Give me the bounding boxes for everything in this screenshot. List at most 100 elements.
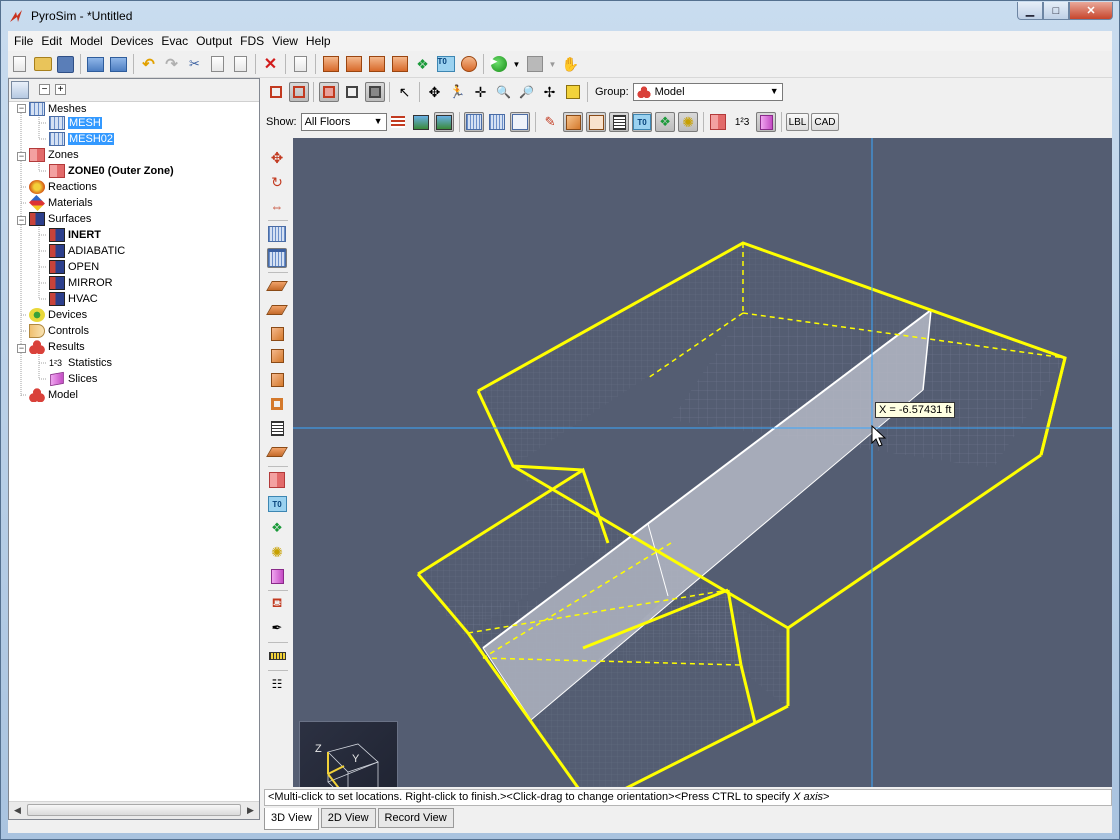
tree-item-results[interactable]: Results — [29, 339, 85, 355]
show-holes-icon[interactable] — [586, 112, 607, 132]
split-mesh-icon[interactable] — [267, 248, 287, 268]
show-initial-conditions-icon[interactable]: T0 — [632, 112, 653, 132]
collapse-all-button[interactable]: − — [39, 84, 50, 95]
open-folder-icon[interactable] — [33, 55, 52, 73]
tree-horizontal-scrollbar[interactable]: ◀ ▶ — [9, 801, 259, 819]
select-pointer-icon[interactable]: ↖ — [395, 82, 415, 102]
show-sprinklers-icon[interactable]: ✺ — [678, 112, 699, 132]
draw-wall-icon[interactable] — [267, 324, 287, 344]
undo-icon[interactable]: ↶ — [140, 55, 158, 73]
show-labels-button[interactable]: LBL — [785, 113, 810, 131]
new-initial-condition-icon[interactable]: T0 — [436, 55, 455, 73]
surfaces-expander[interactable]: − — [17, 216, 26, 225]
tree-item-adiabatic[interactable]: ADIABATIC — [49, 243, 125, 259]
draw-vent-icon[interactable] — [267, 418, 287, 438]
view-smooth-icon[interactable] — [318, 82, 339, 102]
draw-slab-hole-icon[interactable] — [266, 300, 288, 320]
zoom-icon[interactable]: 🔍 — [494, 82, 514, 102]
scroll-thumb[interactable] — [27, 804, 241, 816]
tree-item-inert[interactable]: INERT — [49, 227, 101, 243]
save-icon[interactable] — [57, 55, 75, 73]
roam-icon[interactable]: ✢ — [540, 82, 560, 102]
draw-wall-hole-icon[interactable] — [267, 346, 287, 366]
draw-hole-icon[interactable] — [266, 442, 288, 462]
tab-record-view[interactable]: Record View — [377, 808, 454, 828]
copy-icon[interactable] — [211, 56, 224, 72]
orbit-icon[interactable]: ✥ — [425, 82, 445, 102]
maximize-button[interactable]: □ — [1043, 2, 1069, 20]
properties-icon[interactable] — [294, 56, 307, 72]
new-particle-icon[interactable] — [460, 55, 478, 73]
new-vent-icon[interactable] — [368, 55, 386, 73]
floor-settings-icon[interactable] — [388, 112, 408, 132]
new-obstruction-icon[interactable] — [322, 55, 340, 73]
view-solid-icon[interactable] — [342, 82, 362, 102]
tree-item-zone0[interactable]: ZONE0 (Outer Zone) — [49, 163, 174, 179]
draw-block-icon[interactable] — [267, 370, 287, 390]
draw-room-icon[interactable] — [267, 394, 287, 414]
scroll-left-icon[interactable]: ◀ — [9, 802, 26, 818]
tab-2d-view[interactable]: 2D View — [320, 808, 376, 828]
tree-item-materials[interactable]: Materials — [29, 195, 93, 211]
show-statistics-icon[interactable]: 1²3 — [731, 112, 753, 132]
show-slices-icon[interactable] — [756, 112, 777, 132]
show-mesh-outline-icon[interactable] — [510, 112, 531, 132]
tree-item-reactions[interactable]: Reactions — [29, 179, 97, 195]
draw-sprinkler-icon[interactable]: ✺ — [267, 542, 287, 562]
menu-help[interactable]: Help — [302, 31, 335, 51]
tree-item-surfaces[interactable]: Surfaces — [29, 211, 91, 227]
menu-fds[interactable]: FDS — [236, 31, 268, 51]
tree-item-mesh02[interactable]: MESH02 — [49, 131, 115, 147]
draw-zone-icon[interactable] — [267, 470, 287, 490]
tree-item-slices[interactable]: Slices — [49, 371, 97, 387]
menu-file[interactable]: File — [10, 31, 37, 51]
tree-item-open[interactable]: OPEN — [49, 259, 99, 275]
show-obstructions-icon[interactable] — [563, 112, 584, 132]
new-file-icon[interactable] — [13, 56, 26, 72]
show-mesh-grid-icon[interactable] — [487, 112, 507, 132]
show-meshes-icon[interactable] — [464, 112, 485, 132]
menu-evac[interactable]: Evac — [157, 31, 192, 51]
zoom-box-icon[interactable]: 🔎 — [517, 82, 537, 102]
menu-devices[interactable]: Devices — [107, 31, 158, 51]
mirror-tool-icon[interactable]: ⇔ — [267, 196, 287, 216]
tree-item-statistics[interactable]: 1²3 Statistics — [49, 355, 112, 371]
run-simulation-icon[interactable]: ▶ — [490, 55, 508, 73]
show-vents-icon[interactable] — [609, 112, 630, 132]
group-select[interactable]: Model ▼ — [632, 83, 783, 101]
fire-icon[interactable]: ✋ — [562, 55, 580, 73]
smokeview-icon[interactable] — [526, 55, 544, 73]
tree-item-devices[interactable]: Devices — [29, 307, 87, 323]
reset-view-icon[interactable] — [563, 82, 583, 102]
3d-viewport[interactable]: X = -6.57431 ft Z Y X — [293, 138, 1112, 787]
show-devices-icon[interactable]: ❖ — [655, 112, 676, 132]
view-outline-icon[interactable] — [288, 82, 309, 102]
new-slab-icon[interactable] — [391, 55, 409, 73]
checklist-icon[interactable]: ☷ — [267, 674, 287, 694]
tree-item-model[interactable]: Model — [29, 387, 78, 403]
tree-item-mirror[interactable]: MIRROR — [49, 275, 113, 291]
close-button[interactable]: ✕ — [1069, 2, 1113, 20]
floor-select[interactable]: All Floors ▼ — [300, 113, 387, 131]
minimize-button[interactable]: ▁ — [1017, 2, 1043, 20]
results-expander[interactable]: − — [17, 344, 26, 353]
move-tool-icon[interactable]: ✥ — [267, 148, 287, 168]
smokeview-dropdown-icon[interactable]: ▼ — [549, 55, 557, 73]
tree-item-hvac[interactable]: HVAC — [49, 291, 98, 307]
tab-3d-view[interactable]: 3D View — [264, 808, 319, 830]
cut-icon[interactable]: ✂ — [186, 55, 204, 73]
new-device-icon[interactable]: ❖ — [414, 55, 432, 73]
measure-tool-icon[interactable] — [267, 646, 287, 666]
draw-device-icon[interactable]: ❖ — [267, 518, 287, 538]
show-zones-icon[interactable] — [708, 112, 728, 132]
eyedropper-icon[interactable]: ✒ — [267, 618, 287, 638]
redo-icon[interactable]: ↷ — [163, 55, 181, 73]
show-cad-button[interactable]: CAD — [811, 113, 839, 131]
delete-icon[interactable]: ✕ — [262, 55, 280, 73]
draw-mesh-icon[interactable] — [267, 224, 287, 244]
tree-item-mesh[interactable]: MESH — [49, 115, 102, 131]
walk-icon[interactable]: 🏃 — [448, 82, 468, 102]
rotate-tool-icon[interactable]: ↻ — [267, 172, 287, 192]
menu-output[interactable]: Output — [192, 31, 236, 51]
run-dropdown-icon[interactable]: ▼ — [513, 55, 521, 73]
